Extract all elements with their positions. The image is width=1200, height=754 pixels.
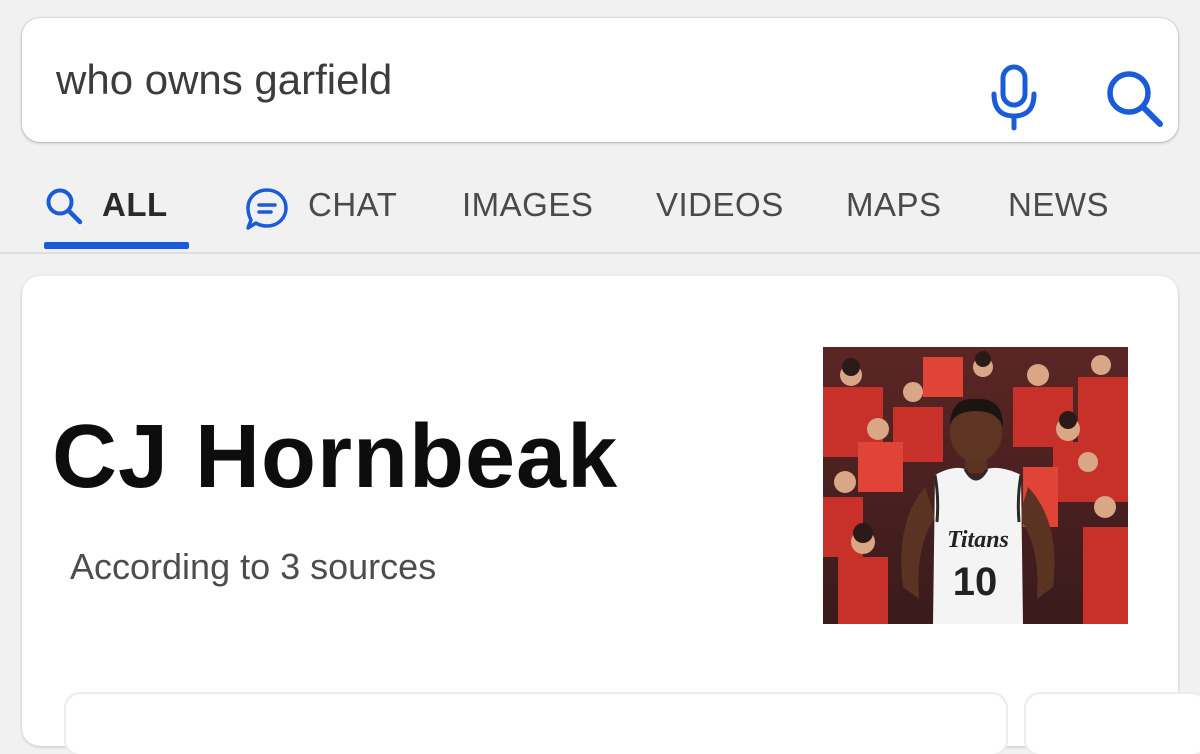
answer-title: CJ Hornbeak [52,407,619,507]
tab-videos-label: VIDEOS [656,186,784,223]
magnifier-icon[interactable] [1104,68,1166,130]
active-tab-indicator [44,242,189,249]
tab-images[interactable]: IMAGES [462,160,593,252]
microphone-icon[interactable] [988,64,1040,132]
jersey-number: 10 [953,560,998,604]
tab-maps-label: MAPS [846,186,942,223]
tab-maps[interactable]: MAPS [846,160,942,252]
tab-news[interactable]: NEWS [1008,160,1109,252]
jersey-text: Titans [947,527,1009,553]
answer-image[interactable]: Titans 10 [823,347,1128,624]
tabs-divider [0,252,1200,254]
tab-news-label: NEWS [1008,186,1109,223]
tab-chat-label: CHAT [308,186,398,223]
search-tabs: ALL CHAT IMAGES VIDEOS MAPS NEWS [0,160,1200,252]
result-card[interactable] [1026,694,1200,754]
tab-chat[interactable]: CHAT [244,160,397,252]
answer-card: CJ Hornbeak According to 3 sources Titan… [22,276,1200,754]
chat-bubble-icon [244,186,290,240]
search-input[interactable] [56,48,916,112]
tab-all-label: ALL [102,186,168,223]
search-bar [22,18,1178,142]
search-icon [44,186,84,234]
tab-videos[interactable]: VIDEOS [656,160,784,252]
result-card[interactable] [66,694,1006,754]
tab-all[interactable]: ALL [44,160,190,252]
tab-images-label: IMAGES [462,186,594,223]
sources-note: According to 3 sources [70,546,437,587]
